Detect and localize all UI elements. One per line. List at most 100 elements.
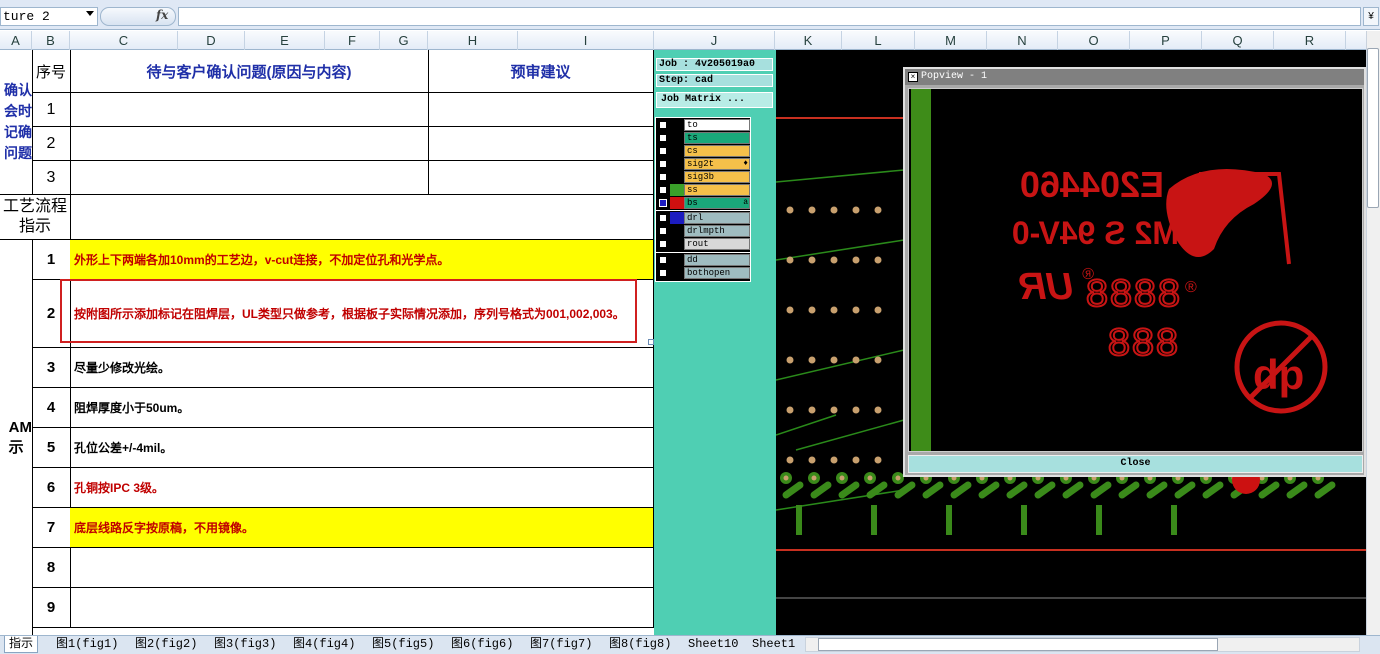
sheet-tab[interactable]: 图8(fig8) bbox=[605, 636, 675, 653]
layer-row-drlmpth[interactable]: drlmpth bbox=[656, 225, 750, 237]
column-header-g[interactable]: G bbox=[380, 31, 428, 50]
column-header-p[interactable]: P bbox=[1130, 31, 1202, 50]
column-header-i[interactable]: I bbox=[518, 31, 654, 50]
layer-name[interactable]: drlmpth bbox=[684, 225, 750, 237]
layer-checkbox[interactable] bbox=[659, 240, 667, 248]
sheet-tab[interactable]: 指示 bbox=[4, 636, 39, 653]
layer-row-ss[interactable]: ss bbox=[656, 184, 750, 196]
layer-checkbox[interactable] bbox=[659, 160, 667, 168]
layer-name[interactable]: rout bbox=[684, 238, 750, 250]
popview-window[interactable]: Popview - 1 × E204460 M2 S 94V-0 UR ® 88… bbox=[903, 67, 1366, 477]
spreadsheet-grid[interactable]: 序号 待与客户确认问题(原因与内容) 预审建议 1 2 3 确认 会时 记确 问题 工艺流程 … bbox=[0, 50, 654, 635]
sheet-tab[interactable]: 图5(fig5) bbox=[368, 636, 438, 653]
sheet-tab[interactable]: 图3(fig3) bbox=[210, 636, 280, 653]
layer-row-cs[interactable]: cs bbox=[656, 145, 750, 157]
sheet-tab[interactable]: Sheet10 bbox=[684, 636, 742, 653]
layer-row-dd[interactable]: dd bbox=[656, 254, 750, 266]
layer-name[interactable]: ss bbox=[684, 184, 750, 196]
column-header-n[interactable]: N bbox=[987, 31, 1058, 50]
process-row-number[interactable]: 7 bbox=[32, 508, 71, 548]
layer-name[interactable]: to bbox=[684, 119, 750, 131]
left-label-gam[interactable]: AM 示 bbox=[0, 240, 33, 635]
layer-row-ts[interactable]: ts bbox=[656, 132, 750, 144]
column-header-a[interactable]: A bbox=[0, 31, 32, 50]
confirm-suggestion-cell[interactable] bbox=[428, 127, 654, 161]
header-suggestion[interactable]: 预审建议 bbox=[428, 50, 654, 93]
column-header-b[interactable]: B bbox=[32, 31, 70, 50]
expand-formula-button[interactable]: ¥ bbox=[1363, 7, 1379, 26]
layer-checkbox[interactable] bbox=[659, 199, 667, 207]
layer-name[interactable]: drl bbox=[684, 212, 750, 224]
layer-name[interactable]: cs bbox=[684, 145, 750, 157]
layer-checkbox[interactable] bbox=[659, 214, 667, 222]
process-row-number[interactable]: 6 bbox=[32, 468, 71, 508]
confirm-row-number[interactable]: 3 bbox=[32, 161, 71, 195]
job-matrix-button[interactable]: Job Matrix ... bbox=[656, 92, 773, 108]
layer-row-sig3b[interactable]: sig3b bbox=[656, 171, 750, 183]
sheet-tab[interactable]: 图4(fig4) bbox=[289, 636, 359, 653]
layer-row-to[interactable]: to bbox=[656, 119, 750, 131]
formula-input[interactable] bbox=[178, 7, 1361, 26]
column-header-c[interactable]: C bbox=[70, 31, 178, 50]
layer-checkbox[interactable] bbox=[659, 227, 667, 235]
layer-name[interactable]: sig3b bbox=[684, 171, 750, 183]
column-header-o[interactable]: O bbox=[1058, 31, 1130, 50]
process-row-number[interactable]: 1 bbox=[32, 240, 71, 280]
process-row-text[interactable] bbox=[70, 588, 654, 628]
layer-checkbox[interactable] bbox=[659, 134, 667, 142]
column-header-r[interactable]: R bbox=[1274, 31, 1346, 50]
layer-name[interactable]: bs bbox=[684, 197, 750, 209]
layer-name[interactable]: sig2t bbox=[684, 158, 750, 170]
layer-row-rout[interactable]: rout bbox=[656, 238, 750, 250]
layer-checkbox[interactable] bbox=[659, 186, 667, 194]
column-header-e[interactable]: E bbox=[245, 31, 325, 50]
fx-icon[interactable]: fx bbox=[156, 8, 168, 22]
layer-checkbox[interactable] bbox=[659, 269, 667, 277]
process-row-number[interactable]: 5 bbox=[32, 428, 71, 468]
process-row-number[interactable]: 9 bbox=[32, 588, 71, 628]
layer-row-bothopen[interactable]: bothopen bbox=[656, 267, 750, 279]
header-seq[interactable]: 序号 bbox=[32, 50, 71, 93]
process-row-text[interactable]: 孔位公差+/-4mil。 bbox=[70, 428, 654, 468]
process-row-number[interactable]: 8 bbox=[32, 548, 71, 588]
process-header-cell[interactable] bbox=[71, 195, 654, 240]
column-header-l[interactable]: L bbox=[842, 31, 915, 50]
process-row-text[interactable]: 外形上下两端各加10mm的工艺边，v-cut连接，不加定位孔和光学点。 bbox=[70, 240, 654, 280]
process-row-number[interactable]: 2 bbox=[32, 280, 71, 348]
layer-checkbox[interactable] bbox=[659, 121, 667, 129]
window-close-icon[interactable]: × bbox=[908, 72, 918, 82]
sheet-tab[interactable]: 图7(fig7) bbox=[526, 636, 596, 653]
process-row-text[interactable]: 阻焊厚度小于50um。 bbox=[70, 388, 654, 428]
layer-checkbox[interactable] bbox=[659, 147, 667, 155]
sheet-tab[interactable]: 图2(fig2) bbox=[131, 636, 201, 653]
sheet-tab[interactable]: 图6(fig6) bbox=[447, 636, 517, 653]
column-header-h[interactable]: H bbox=[428, 31, 518, 50]
name-box[interactable]: ture 2 bbox=[0, 7, 98, 26]
layer-row-drl[interactable]: drl bbox=[656, 212, 750, 224]
confirm-question-cell[interactable] bbox=[70, 127, 429, 161]
left-label-process[interactable]: 工艺流程 指示 bbox=[0, 195, 71, 240]
sheet-tab[interactable]: Sheet1 bbox=[748, 636, 799, 653]
column-header-q[interactable]: Q bbox=[1202, 31, 1274, 50]
column-header-m[interactable]: M bbox=[915, 31, 987, 50]
layer-name[interactable]: bothopen bbox=[684, 267, 750, 279]
confirm-question-cell[interactable] bbox=[70, 161, 429, 195]
horizontal-scroll-thumb[interactable] bbox=[818, 638, 1218, 651]
close-button[interactable]: Close bbox=[908, 455, 1363, 473]
sheet-tab[interactable]: 图1(fig1) bbox=[52, 636, 122, 653]
process-row-text[interactable]: 孔铜按IPC 3级。 bbox=[70, 468, 654, 508]
confirm-suggestion-cell[interactable] bbox=[428, 93, 654, 127]
process-row-text[interactable]: 按附图所示添加标记在阻焊层，UL类型只做参考，根据板子实际情况添加，序列号格式为… bbox=[70, 280, 654, 348]
process-row-text[interactable]: 底层线路反字按原稿，不用镜像。 bbox=[70, 508, 654, 548]
vertical-scroll-thumb[interactable] bbox=[1367, 48, 1379, 208]
column-header-j[interactable]: J bbox=[654, 31, 775, 50]
header-question[interactable]: 待与客户确认问题(原因与内容) bbox=[70, 50, 429, 93]
layer-name[interactable]: ts bbox=[684, 132, 750, 144]
layer-checkbox[interactable] bbox=[659, 173, 667, 181]
layer-row-sig2t[interactable]: sig2t ♦ bbox=[656, 158, 750, 170]
chevron-down-icon[interactable] bbox=[86, 11, 94, 16]
confirm-row-number[interactable]: 2 bbox=[32, 127, 71, 161]
confirm-question-cell[interactable] bbox=[70, 93, 429, 127]
column-header-k[interactable]: K bbox=[775, 31, 842, 50]
column-header-d[interactable]: D bbox=[178, 31, 245, 50]
